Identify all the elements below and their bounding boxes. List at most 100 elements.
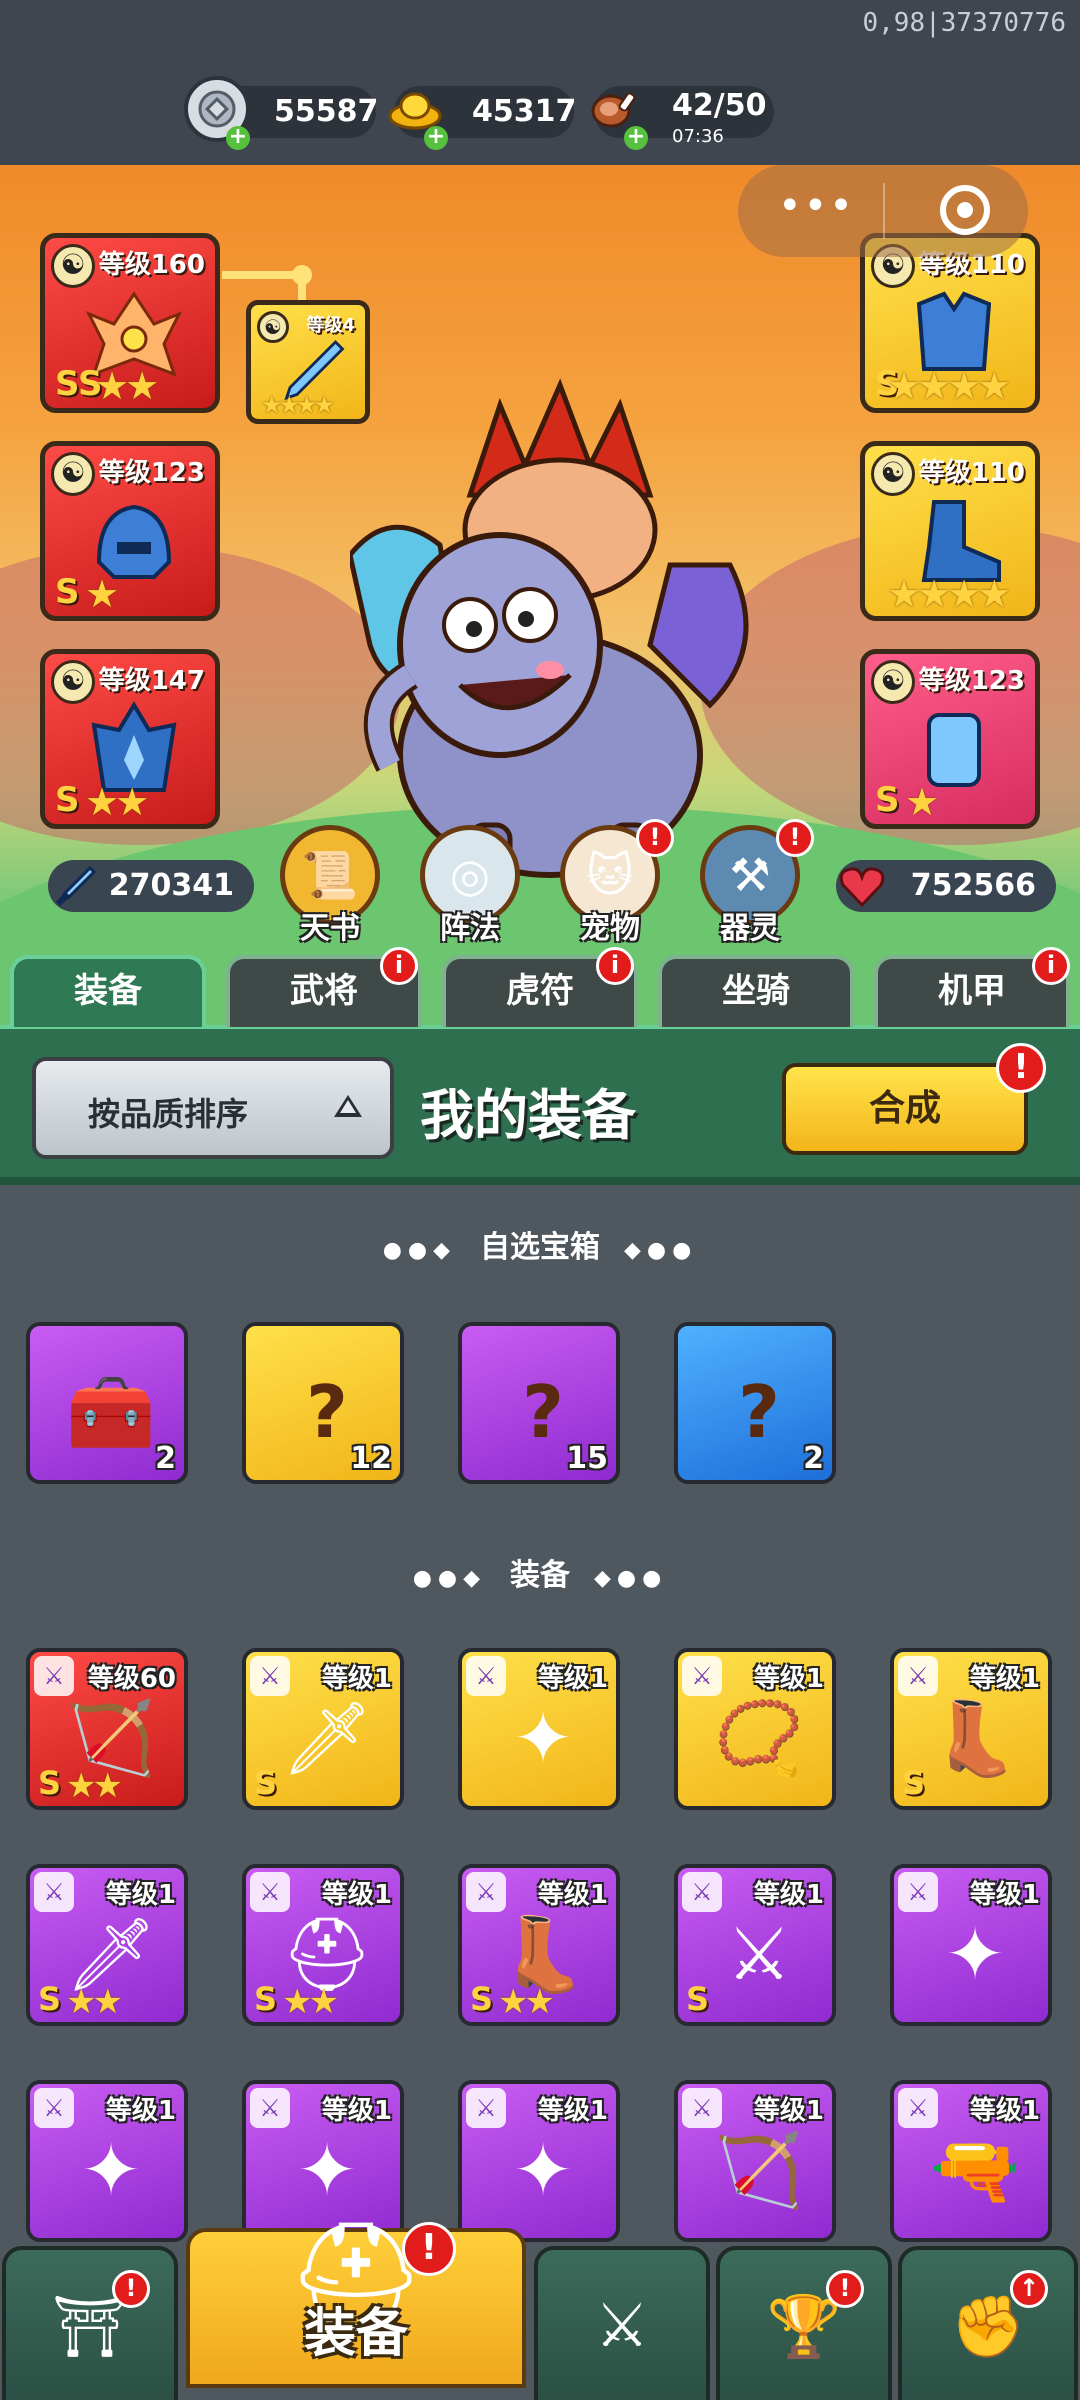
sort-by-quality-button[interactable]: 按品质排序 <box>32 1057 394 1159</box>
slot-stars: ★★ <box>85 780 149 824</box>
slot-stars: ★ <box>85 572 119 616</box>
alert-badge: ! <box>826 2270 864 2308</box>
equipment-item[interactable]: ⚔ 等级1 🗡 S ★★ <box>26 1864 188 2026</box>
add-gold-button[interactable]: + <box>424 126 448 150</box>
equipment-item[interactable]: ⚔ 等级1 ⛑ S ★★ <box>242 1864 404 2026</box>
feature-tianshu-button[interactable]: 📜 天书 <box>276 825 384 947</box>
equipment-item[interactable]: ⚔ 等级1 ✦ <box>890 1864 1052 2026</box>
shuriken-icon: ✦ <box>512 2128 574 2212</box>
ice-sword-icon: 🗡 <box>281 1696 373 1780</box>
item-stars: ★★ <box>282 1982 339 2022</box>
equipment-item[interactable]: ⚔ 等级1 🏹 <box>674 2080 836 2242</box>
item-stars: ★★ <box>66 1766 123 1806</box>
alert-badge: ! <box>402 2222 456 2276</box>
slot-level: 等级147 <box>98 666 205 696</box>
slot-level: 等级123 <box>98 458 205 488</box>
equipment-item[interactable]: ⚔ 等级1 ⚔ S <box>674 1864 836 2026</box>
slot-stars: ★★★★ <box>887 364 1011 408</box>
stamina-timer: 07:36 <box>672 126 724 147</box>
item-stars: ★★ <box>498 1982 555 2022</box>
chest-item[interactable]: ? 2 <box>674 1322 836 1484</box>
equipment-item[interactable]: ⚔ 等级1 🔫 <box>890 2080 1052 2242</box>
item-grade: S <box>902 1764 926 1802</box>
hero-slot-weapon[interactable]: ☯ 等级160 SS ★★ <box>40 233 220 413</box>
treasure-chest-icon: 🧰 <box>66 1370 156 1454</box>
equipment-item[interactable]: ⚔ 等级60 🏹 S ★★ <box>26 1648 188 1810</box>
feature-label: 天书 <box>300 911 360 946</box>
hero-slot-helmet[interactable]: ☯ 等级123 S ★ <box>40 441 220 621</box>
chest-item[interactable]: ? 15 <box>458 1322 620 1484</box>
hp-stat: 752566 <box>836 860 1056 912</box>
chest-section-header: ●●◆ 自选宝箱 ◆●● <box>382 1230 698 1265</box>
equipment-item[interactable]: ⚔ 等级1 🗡 S <box>242 1648 404 1810</box>
alert-badge: ! <box>636 819 674 857</box>
feature-pet-button[interactable]: 🐱 宠物 ! <box>556 819 674 947</box>
nav-upgrade-button[interactable]: ✊ <box>898 2246 1078 2400</box>
tab-mount[interactable]: 坐骑 <box>658 955 854 1027</box>
alert-badge: ! <box>996 1043 1046 1093</box>
chest-item[interactable]: ? 12 <box>242 1322 404 1484</box>
feature-label: 宠物 <box>580 911 640 946</box>
shuriken-icon: ✦ <box>944 1912 1006 1996</box>
stamina-value: 42/50 <box>672 88 767 123</box>
mini-program-capsule: ••• <box>738 165 1028 257</box>
amulet-icon: 📿 <box>714 1696 804 1780</box>
close-target-icon[interactable] <box>940 185 990 235</box>
add-silver-button[interactable]: + <box>226 126 250 150</box>
stamina-currency[interactable]: + 42/50 07:36 <box>591 86 774 150</box>
alert-badge: i <box>380 947 418 985</box>
nav-shop-button[interactable]: ⛩ <box>2 2246 178 2400</box>
feature-label: 阵法 <box>440 911 500 946</box>
chest-item[interactable]: 🧰 2 <box>26 1322 188 1484</box>
build-tag: 0,98|37370776 <box>862 8 1067 38</box>
slot-level: 等级123 <box>918 666 1025 696</box>
item-count: 2 <box>803 1441 824 1476</box>
attack-stat: 270341 <box>48 860 254 912</box>
add-stamina-button[interactable]: + <box>624 126 648 150</box>
feature-label: 器灵 <box>720 911 780 946</box>
yinyang-icon: ☯ <box>871 452 915 496</box>
gold-currency[interactable]: + 45317 <box>388 86 577 150</box>
shuriken-icon: ✦ <box>80 2128 142 2212</box>
hero-slot-boots[interactable]: ☯ 等级110 ★★★★ <box>860 441 1040 621</box>
hero-slot-armor[interactable]: ☯ 等级147 S ★★ <box>40 649 220 829</box>
hero-slot-gauntlet[interactable]: ☯ 等级123 S ★ <box>860 649 1040 829</box>
nav-equipment-button[interactable]: ⛑ 装备 <box>186 2214 526 2388</box>
item-grade: S <box>254 1764 278 1802</box>
hero-sub-slot[interactable]: ☯ 等级4 ★★★★ <box>246 300 370 424</box>
more-menu-icon[interactable]: ••• <box>778 183 855 229</box>
item-grade: S <box>38 1980 62 2018</box>
tab-equipment[interactable]: 装备 <box>10 955 206 1027</box>
equipment-panel-header: 按品质排序 我的装备 合成 ! <box>0 1025 1080 1185</box>
item-count: 15 <box>566 1441 608 1476</box>
feature-qiling-button[interactable]: ⚒ 器灵 ! <box>696 819 814 947</box>
attack-value: 270341 <box>108 868 234 903</box>
equipment-item[interactable]: ⚔ 等级1 📿 <box>674 1648 836 1810</box>
page-title: 我的装备 <box>420 1084 636 1147</box>
shield-crossed-icon: ⚔ <box>595 2291 649 2361</box>
hero-scene: ☯ 等级160 SS ★★ ☯ 等级123 S ★ ☯ 等级147 S ★★ ☯… <box>0 165 1080 1025</box>
gold-value: 45317 <box>472 94 577 129</box>
hp-value: 752566 <box>910 868 1036 903</box>
silver-currency[interactable]: + 55587 <box>184 76 378 150</box>
bottom-nav: ⛩ ! ⛑ 装备 ! ⚔ 🏆 ! ✊ ↑ <box>0 2214 1080 2400</box>
synthesize-button[interactable]: 合成 <box>782 1063 1028 1155</box>
equipment-item[interactable]: ⚔ 等级1 ✦ <box>458 1648 620 1810</box>
slot-level: 等级4 <box>306 315 355 336</box>
item-stars: ★★ <box>66 1982 123 2022</box>
slot-stars: ★★★★ <box>261 391 335 419</box>
status-bar: 0,98|37370776 + 55587 + 45317 + 42/50 07… <box>0 0 1080 165</box>
equipment-item[interactable]: ⚔ 等级1 👢 S ★★ <box>458 1864 620 2026</box>
equipment-section-header: ●●◆ 装备 ◆●● <box>412 1558 668 1593</box>
equipment-item[interactable]: ⚔ 等级1 👢 S <box>890 1648 1052 1810</box>
nav-battle-button[interactable]: ⚔ <box>534 2246 710 2400</box>
heart-icon <box>830 854 894 918</box>
feature-zhenfa-button[interactable]: ◎ 阵法 <box>416 825 524 947</box>
equipment-item[interactable]: ⚔ 等级1 ✦ <box>458 2080 620 2242</box>
item-grade: S <box>254 1980 278 2018</box>
yinyang-icon: ☯ <box>871 660 915 704</box>
bow-icon: 🏹 <box>714 2128 804 2212</box>
hero-slot-ring[interactable]: ☯ 等级110 S ★★★★ <box>860 233 1040 413</box>
nav-tower-button[interactable]: 🏆 <box>716 2246 892 2400</box>
equipment-item[interactable]: ⚔ 等级1 ✦ <box>26 2080 188 2242</box>
